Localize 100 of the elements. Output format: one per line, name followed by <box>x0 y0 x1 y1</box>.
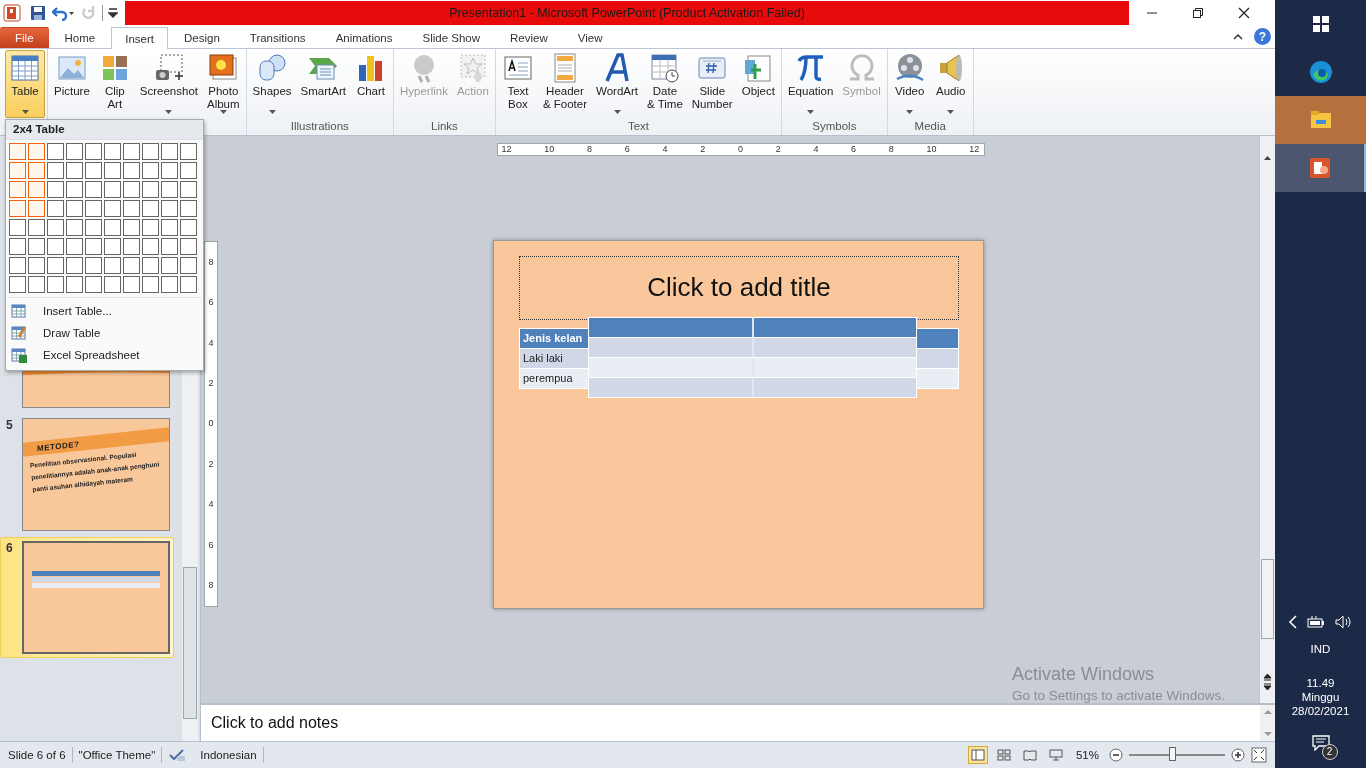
clock-time[interactable]: 11.49 <box>1306 677 1335 689</box>
ribbon-button[interactable]: Screenshot <box>135 50 202 118</box>
grid-cell[interactable] <box>142 238 159 255</box>
ribbon-tab[interactable]: Home <box>50 27 110 48</box>
ribbon-button[interactable]: Audio <box>930 50 971 118</box>
grid-cell[interactable] <box>85 238 102 255</box>
grid-cell[interactable] <box>104 200 121 217</box>
grid-cell[interactable] <box>142 143 159 160</box>
grid-cell[interactable] <box>9 276 26 293</box>
clock-day[interactable]: Minggu <box>1301 691 1340 703</box>
grid-cell[interactable] <box>123 257 140 274</box>
grid-cell[interactable] <box>161 276 178 293</box>
grid-cell[interactable] <box>104 257 121 274</box>
zoom-level[interactable]: 51% <box>1075 749 1099 761</box>
grid-cell[interactable] <box>28 276 45 293</box>
grid-cell[interactable] <box>104 219 121 236</box>
ribbon-tab[interactable]: Slide Show <box>408 27 495 48</box>
grid-cell[interactable] <box>104 276 121 293</box>
ribbon-button[interactable]: Picture <box>50 50 94 118</box>
grid-cell[interactable] <box>85 143 102 160</box>
grid-cell[interactable] <box>85 219 102 236</box>
grid-cell[interactable] <box>161 257 178 274</box>
grid-cell[interactable] <box>47 162 64 179</box>
ribbon-button[interactable]: Equation <box>783 50 838 118</box>
grid-cell[interactable] <box>180 276 197 293</box>
grid-cell[interactable] <box>28 181 45 198</box>
grid-cell[interactable] <box>142 200 159 217</box>
fit-to-window-icon[interactable] <box>1251 747 1267 763</box>
zoom-in-icon[interactable] <box>1231 748 1245 762</box>
ribbon-button[interactable]: Photo Album <box>203 50 244 118</box>
grid-cell[interactable] <box>66 238 83 255</box>
grid-cell[interactable] <box>123 181 140 198</box>
grid-cell[interactable] <box>47 143 64 160</box>
grid-cell[interactable] <box>180 238 197 255</box>
grid-cell[interactable] <box>123 162 140 179</box>
grid-cell[interactable] <box>47 257 64 274</box>
grid-cell[interactable] <box>85 276 102 293</box>
grid-cell[interactable] <box>47 200 64 217</box>
grid-cell[interactable] <box>47 276 64 293</box>
grid-cell[interactable] <box>9 238 26 255</box>
ribbon-tab[interactable]: File <box>0 27 49 48</box>
menu-item[interactable]: Draw Table <box>6 322 203 344</box>
normal-view-button[interactable] <box>967 746 988 764</box>
scroll-bar[interactable] <box>1259 136 1275 703</box>
grid-cell[interactable] <box>85 181 102 198</box>
ribbon-button[interactable]: Clip Art <box>94 50 135 118</box>
grid-cell[interactable] <box>104 143 121 160</box>
ribbon-button[interactable]: SmartArt <box>296 50 350 118</box>
grid-cell[interactable] <box>28 162 45 179</box>
menu-item[interactable]: Excel Spreadsheet <box>6 344 203 366</box>
grid-cell[interactable] <box>9 162 26 179</box>
battery-icon[interactable] <box>1307 616 1326 628</box>
grid-cell[interactable] <box>142 276 159 293</box>
grid-cell[interactable] <box>161 143 178 160</box>
grid-cell[interactable] <box>180 200 197 217</box>
grid-cell[interactable] <box>85 200 102 217</box>
ribbon-button[interactable]: Video <box>889 50 930 118</box>
grid-cell[interactable] <box>142 219 159 236</box>
ribbon-button[interactable]: Chart <box>351 50 391 118</box>
powerpoint-logo-icon[interactable] <box>3 4 21 22</box>
ribbon-button[interactable]: Date & Time <box>643 50 687 118</box>
grid-cell[interactable] <box>28 143 45 160</box>
grid-cell[interactable] <box>123 200 140 217</box>
slide-thumbnail[interactable] <box>21 541 170 654</box>
grid-cell[interactable] <box>66 162 83 179</box>
collapse-ribbon-icon[interactable] <box>1232 32 1244 42</box>
spell-check-icon[interactable] <box>168 748 187 762</box>
ribbon-button[interactable]: WordArt <box>592 50 642 118</box>
ribbon-tab[interactable]: Animations <box>321 27 407 48</box>
menu-item[interactable]: Insert Table... <box>6 300 203 322</box>
ribbon-button[interactable]: Object <box>737 50 779 118</box>
volume-icon[interactable] <box>1335 615 1354 629</box>
scroll-thumb[interactable] <box>1261 559 1274 639</box>
grid-cell[interactable] <box>28 238 45 255</box>
clock-date[interactable]: 28/02/2021 <box>1291 705 1350 717</box>
grid-cell[interactable] <box>161 162 178 179</box>
grid-cell[interactable] <box>161 238 178 255</box>
ribbon-button[interactable]: Shapes <box>248 50 296 118</box>
grid-cell[interactable] <box>104 181 121 198</box>
help-button[interactable]: ? <box>1254 28 1271 45</box>
ribbon-button[interactable]: Header & Footer <box>538 50 592 118</box>
grid-cell[interactable] <box>28 257 45 274</box>
grid-cell[interactable] <box>180 162 197 179</box>
ribbon-tab[interactable]: Transitions <box>235 27 320 48</box>
ribbon-tab[interactable]: Insert <box>111 27 168 49</box>
ribbon-tab[interactable]: Review <box>496 27 562 48</box>
grid-cell[interactable] <box>161 181 178 198</box>
grid-cell[interactable] <box>180 219 197 236</box>
grid-cell[interactable] <box>104 162 121 179</box>
grid-cell[interactable] <box>66 219 83 236</box>
grid-cell[interactable] <box>123 219 140 236</box>
grid-cell[interactable] <box>9 143 26 160</box>
ribbon-tab[interactable]: Design <box>170 27 234 48</box>
ribbon-button[interactable]: Table <box>5 50 45 118</box>
grid-cell[interactable] <box>161 200 178 217</box>
grid-cell[interactable] <box>85 257 102 274</box>
grid-cell[interactable] <box>47 181 64 198</box>
grid-cell[interactable] <box>123 238 140 255</box>
language-indicator[interactable]: Indonesian <box>200 749 257 761</box>
grid-cell[interactable] <box>123 143 140 160</box>
